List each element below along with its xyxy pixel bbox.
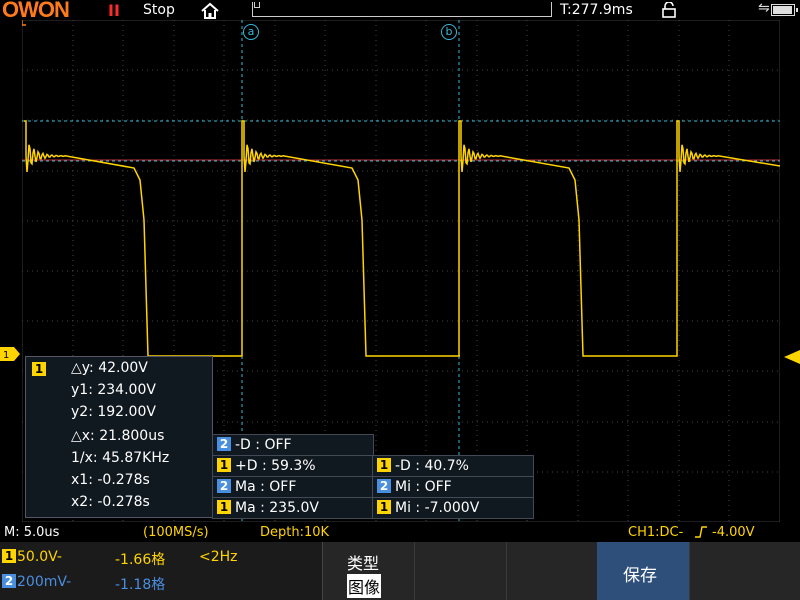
ch2-offset: -1.18格 (115, 577, 166, 593)
type-button[interactable]: 类型 图像 (322, 542, 415, 600)
delta-x: △x: 21.800us (71, 428, 165, 444)
bottom-bar: 1 50.0V- -1.66格 <2Hz 2 200mV- -1.18格 类型 图像… (0, 542, 800, 600)
ch1-badge: 1 (217, 500, 231, 514)
measure-item: 1 Mi : -7.000V (372, 497, 534, 519)
cursor-a-label[interactable]: a (243, 24, 259, 40)
menu-slot-6[interactable] (689, 542, 800, 600)
x2-value: x2: -0.278s (71, 494, 150, 510)
run-state: Stop (143, 2, 175, 18)
delta-y: △y: 42.00V (71, 360, 148, 376)
usb-icon: ⇋ (758, 0, 770, 16)
menu-slot-3[interactable] (414, 542, 507, 600)
measure-item: 1 Ma : 235.0V (212, 497, 374, 519)
timebase: M: 5.0us (4, 525, 60, 540)
save-button[interactable]: 保存 (597, 542, 689, 600)
trigger-source: CH1:DC- (628, 525, 684, 540)
memory-depth: Depth:10K (260, 525, 330, 540)
measure-value: Mi : OFF (395, 479, 452, 495)
status-line: M: 5.0us (100MS/s) Depth:10K CH1:DC- -4.… (0, 523, 800, 541)
ch1-badge: 1 (377, 458, 391, 472)
svg-text:1: 1 (3, 350, 9, 361)
type-value: 图像 (347, 574, 382, 598)
ch2-badge: 2 (217, 479, 231, 493)
top-bar: OWON II Stop T:277.9ms ⇋ (0, 0, 800, 22)
unlock-icon[interactable] (662, 2, 676, 18)
ch2-badge: 2 (217, 437, 231, 451)
rising-edge-icon (695, 526, 707, 538)
ch2-scale: 200mV- (17, 574, 72, 590)
ch1-badge: 1 (377, 500, 391, 514)
measure-item: 1 -D : 40.7% (372, 455, 534, 477)
ch1-offset: -1.66格 (115, 552, 166, 568)
pause-icon[interactable]: II (108, 1, 120, 20)
sample-rate: (100MS/s) (143, 525, 209, 540)
measure-item: 1 +D : 59.3% (212, 455, 374, 477)
measure-item: 2 -D : OFF (212, 434, 374, 456)
measure-value: -D : OFF (235, 437, 292, 453)
y1-value: y1: 234.00V (71, 382, 156, 398)
measure-value: Ma : OFF (235, 479, 297, 495)
ch2-badge: 2 (2, 574, 16, 588)
ch1-frequency: <2Hz (199, 549, 238, 565)
measure-value: -D : 40.7% (395, 458, 469, 474)
battery-icon (771, 4, 798, 16)
measure-item: 2 Mi : OFF (372, 476, 534, 498)
ch1-info[interactable]: 1 50.0V- (2, 549, 62, 565)
x1-value: x1: -0.278s (71, 472, 150, 488)
ch1-scale: 50.0V- (17, 549, 62, 565)
memory-timeline[interactable] (252, 2, 552, 17)
ch1-badge: 1 (2, 549, 16, 563)
type-label: 类型 (347, 554, 380, 573)
timeline-window-marker (254, 2, 260, 8)
measure-channel-badge: 1 (32, 362, 46, 376)
home-icon[interactable] (200, 2, 220, 20)
measure-value: Ma : 235.0V (235, 500, 319, 516)
cursor-b-label[interactable]: b (441, 24, 457, 40)
trigger-level-marker[interactable] (784, 350, 800, 364)
cursor-measure-panel: 1 △y: 42.00V y1: 234.00V y2: 192.00V △x:… (25, 356, 213, 518)
trigger-level: -4.00V (712, 525, 755, 540)
menu-slot-4[interactable] (506, 542, 598, 600)
ch1-offset-marker[interactable]: 1 (0, 347, 22, 361)
ch1-badge: 1 (217, 458, 231, 472)
trigger-time: T:277.9ms (560, 2, 633, 18)
y2-value: y2: 192.00V (71, 404, 156, 420)
measure-value: Mi : -7.000V (395, 500, 480, 516)
save-label: 保存 (623, 566, 657, 586)
measure-value: +D : 59.3% (235, 458, 316, 474)
ch2-badge: 2 (377, 479, 391, 493)
inverse-x: 1/x: 45.87KHz (71, 450, 170, 466)
ch2-info[interactable]: 2 200mV- (2, 574, 71, 590)
measure-item: 2 Ma : OFF (212, 476, 374, 498)
